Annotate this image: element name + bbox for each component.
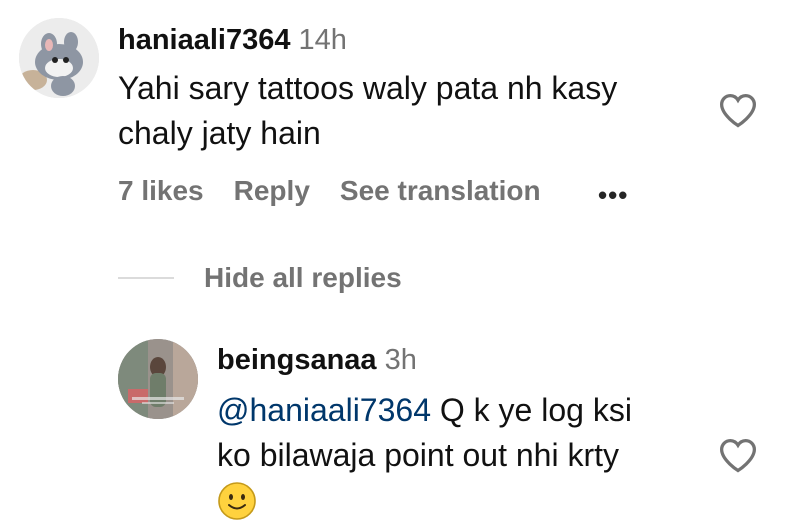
reply-text: @haniaali7364 Q k ye log ksi ko bilawaja…	[217, 388, 697, 478]
reply-timestamp: 3h	[384, 344, 417, 376]
avatar-haniaali7364[interactable]	[19, 18, 99, 98]
see-translation-button[interactable]: See translation	[340, 175, 541, 207]
avatar-beingsanaa[interactable]	[118, 339, 198, 419]
comment-text-line: chaly jaty hain	[118, 115, 321, 151]
more-options-button[interactable]: •••	[598, 180, 628, 211]
like-comment-button[interactable]	[718, 92, 758, 128]
comment-text-line: Yahi sary tattoos waly pata nh kasy	[118, 70, 618, 106]
comment-timestamp: 14h	[298, 24, 347, 56]
likes-count[interactable]: 7 likes	[118, 175, 204, 207]
reply-text-rest: Q k ye log ksi	[430, 392, 632, 428]
replies-divider	[118, 277, 174, 279]
comment-text: Yahi sary tattoos waly pata nh kasy chal…	[118, 66, 698, 156]
reply-text-line: ko bilawaja point out nhi krty	[217, 437, 619, 473]
reply-header: beingsanaa 3h	[217, 344, 417, 377]
heart-outline-icon	[719, 438, 757, 473]
comment-header: haniaali7364 14h	[118, 24, 347, 57]
reply-text-line: @haniaali7364 Q k ye log ksi	[217, 388, 697, 433]
hide-replies-toggle[interactable]: Hide all replies	[118, 262, 402, 294]
slightly-smiling-face-emoji	[217, 481, 257, 526]
comment-actions: 7 likes Reply See translation	[118, 175, 571, 207]
heart-outline-icon	[719, 93, 757, 128]
reply-button[interactable]: Reply	[234, 175, 310, 207]
comment-username[interactable]: haniaali7364	[118, 24, 291, 56]
like-reply-button[interactable]	[718, 437, 758, 473]
reply-username[interactable]: beingsanaa	[217, 344, 377, 376]
hide-replies-label[interactable]: Hide all replies	[204, 262, 402, 293]
reply-mention[interactable]: @haniaali7364	[217, 392, 431, 428]
